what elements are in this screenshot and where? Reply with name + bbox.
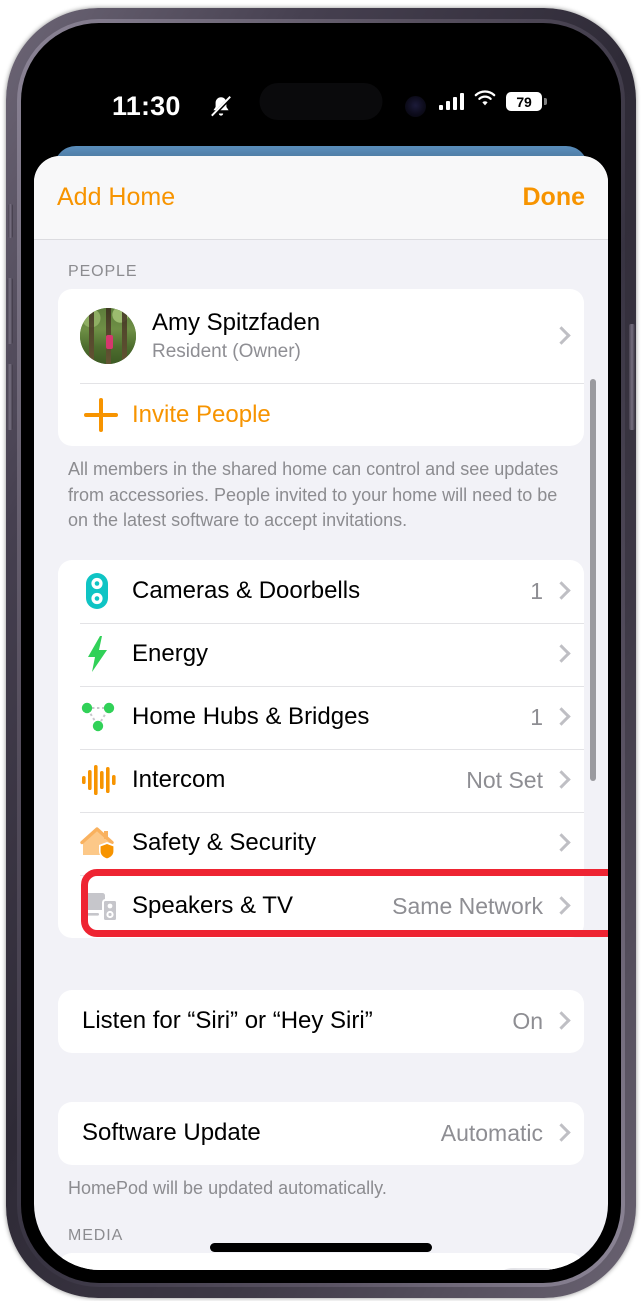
- chevron-right-icon: [554, 833, 566, 853]
- silent-switch-button[interactable]: [8, 204, 13, 238]
- chevron-right-icon: [554, 644, 566, 664]
- plus-icon: [80, 397, 132, 432]
- wifi-icon: [473, 90, 497, 113]
- settings-row-speakers-tv[interactable]: Speakers & TV Same Network: [58, 874, 584, 938]
- settings-row-cameras-doorbells[interactable]: Cameras & Doorbells 1: [58, 560, 584, 623]
- chevron-right-icon: [554, 896, 566, 916]
- phone-frame-inner: 11:30 79 Add Home Done PEOPLE Amy Spitzf…: [17, 19, 625, 1287]
- siri-listen-label: Listen for “Siri” or “Hey Siri”: [82, 1007, 373, 1035]
- chevron-right-icon: [554, 326, 566, 346]
- status-bar-right: 79: [438, 90, 547, 113]
- software-update-row[interactable]: Software Update Automatic: [58, 1102, 584, 1165]
- volume-up-button[interactable]: [7, 278, 13, 344]
- settings-row-energy[interactable]: Energy: [58, 622, 584, 686]
- screenshot-root: 11:30 79 Add Home Done PEOPLE Amy Spitzf…: [0, 0, 642, 1301]
- settings-row-label: Home Hubs & Bridges: [132, 703, 370, 731]
- battery-level-label: 79: [516, 93, 532, 110]
- battery-indicator: 79: [506, 92, 547, 111]
- person-role: Resident (Owner): [152, 341, 301, 362]
- speakers-tv-icon: [80, 889, 132, 923]
- home-hubs-icon: [80, 699, 132, 735]
- person-row-amy-spitzfaden[interactable]: Amy Spitzfaden Resident (Owner): [58, 289, 584, 383]
- chevron-right-icon: [554, 707, 566, 727]
- home-settings-card: Cameras & Doorbells 1 Energy Home Hubs &…: [58, 559, 584, 938]
- settings-row-label: Intercom: [132, 766, 226, 794]
- intercom-waveform-icon: [80, 763, 132, 797]
- people-card: Amy Spitzfaden Resident (Owner) Invite P…: [58, 289, 584, 446]
- chevron-right-icon: [554, 770, 566, 790]
- bell-slash-icon: [208, 94, 234, 125]
- settings-row-home-hubs-bridges[interactable]: Home Hubs & Bridges 1: [58, 685, 584, 749]
- sound-check-toggle[interactable]: [492, 1268, 566, 1270]
- camera-doorbell-icon: [80, 571, 132, 611]
- chevron-right-icon: [554, 581, 566, 601]
- phone-screen: 11:30 79 Add Home Done PEOPLE Amy Spitzf…: [34, 36, 608, 1270]
- people-section-header: PEOPLE: [68, 263, 138, 280]
- phone-frame: 11:30 79 Add Home Done PEOPLE Amy Spitzf…: [6, 8, 636, 1298]
- settings-row-safety-security[interactable]: Safety & Security: [58, 811, 584, 875]
- sheet-scroll-area[interactable]: PEOPLE Amy Spitzfaden Resident (Owner) I…: [34, 241, 608, 1270]
- vertical-scrollbar[interactable]: [590, 379, 596, 781]
- people-footnote: All members in the shared home can contr…: [68, 459, 559, 531]
- cellular-bars-icon: [438, 93, 464, 110]
- software-update-footnote: HomePod will be updated automatically.: [68, 1177, 387, 1198]
- chevron-right-icon: [554, 1123, 566, 1143]
- sheet-header: Add Home Done: [34, 156, 608, 240]
- software-update-label: Software Update: [82, 1119, 261, 1147]
- siri-listen-row[interactable]: Listen for “Siri” or “Hey Siri” On: [58, 990, 584, 1053]
- settings-row-label: Cameras & Doorbells: [132, 577, 361, 605]
- siri-listen-value: On: [512, 1007, 543, 1034]
- settings-row-value: 1: [530, 577, 543, 604]
- dynamic-island: [259, 83, 383, 120]
- settings-row-intercom[interactable]: Intercom Not Set: [58, 748, 584, 812]
- page-title: Add Home: [57, 183, 176, 211]
- volume-down-button[interactable]: [7, 364, 13, 430]
- phone-bezel: 11:30 79 Add Home Done PEOPLE Amy Spitzf…: [21, 23, 621, 1283]
- chevron-right-icon: [554, 1011, 566, 1031]
- add-home-sheet: Add Home Done PEOPLE Amy Spitzfaden Resi…: [34, 156, 608, 1270]
- done-button[interactable]: Done: [523, 183, 586, 212]
- status-bar-time: 11:30: [112, 91, 181, 121]
- media-card: Sound Check: [58, 1253, 584, 1270]
- home-indicator: [210, 1243, 432, 1252]
- software-update-card: Software Update Automatic: [58, 1101, 584, 1165]
- siri-card: Listen for “Siri” or “Hey Siri” On: [58, 989, 584, 1053]
- person-name: Amy Spitzfaden: [152, 309, 321, 336]
- invite-people-row[interactable]: Invite People: [58, 383, 584, 446]
- invite-people-label: Invite People: [132, 400, 271, 428]
- house-shield-icon: [80, 825, 132, 861]
- status-bar: 11:30 79: [34, 36, 608, 140]
- front-camera-icon: [405, 96, 426, 117]
- settings-row-value: Not Set: [466, 766, 543, 793]
- sound-check-row[interactable]: Sound Check: [58, 1253, 584, 1270]
- settings-row-label: Safety & Security: [132, 829, 317, 857]
- software-update-value: Automatic: [440, 1119, 543, 1146]
- settings-row-value: Same Network: [392, 892, 543, 919]
- avatar: [80, 308, 136, 364]
- settings-row-label: Energy: [132, 640, 209, 668]
- energy-bolt-icon: [80, 634, 132, 674]
- power-button[interactable]: [629, 324, 635, 430]
- settings-row-value: 1: [530, 703, 543, 730]
- settings-row-label: Speakers & TV: [132, 892, 293, 920]
